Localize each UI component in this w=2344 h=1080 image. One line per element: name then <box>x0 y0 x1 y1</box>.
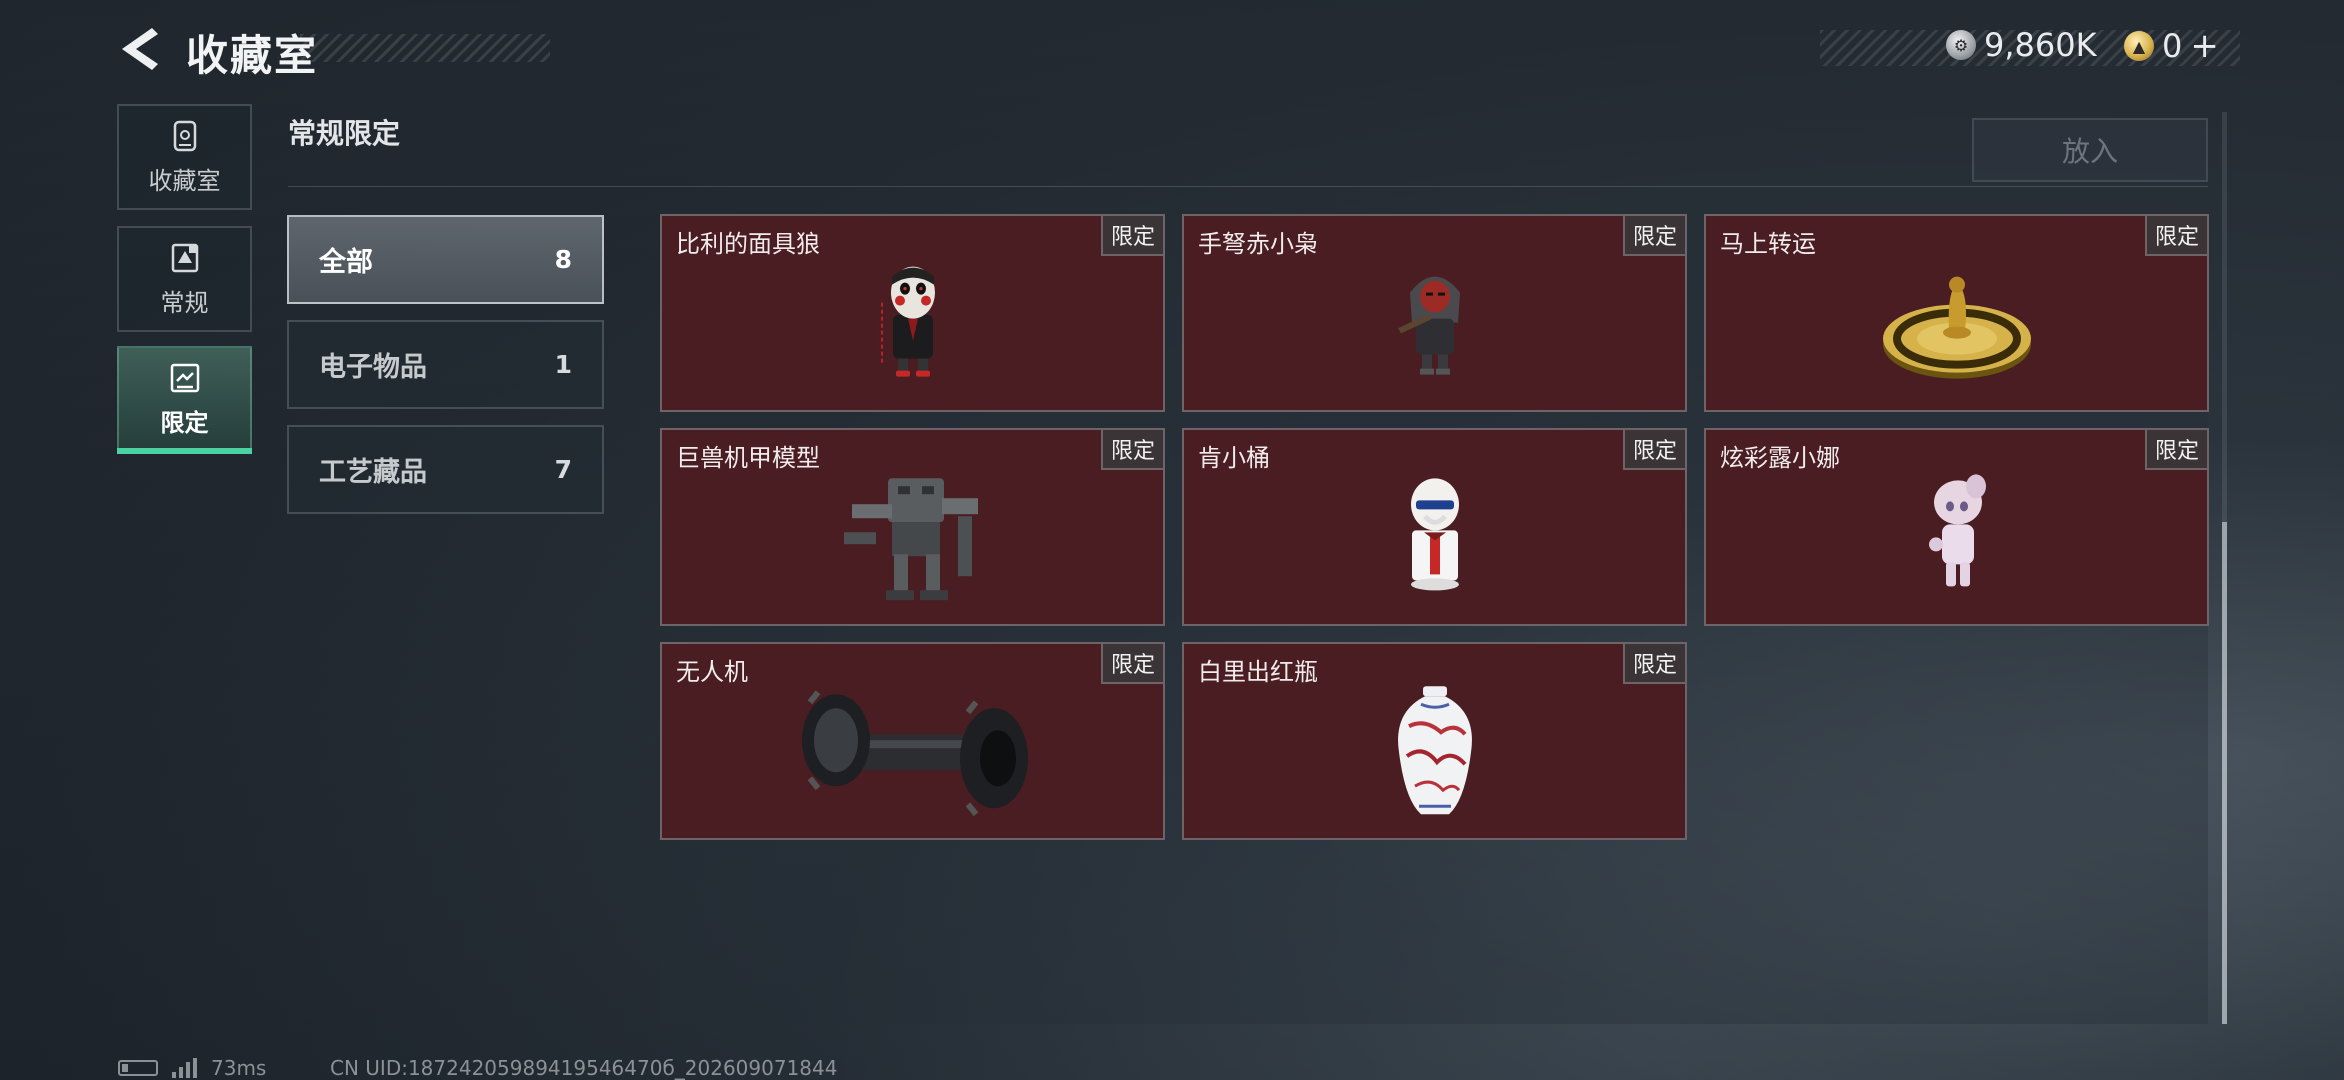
add-currency-button[interactable]: + <box>2190 26 2219 66</box>
battery-icon <box>118 1060 158 1076</box>
collection-card[interactable]: 炫彩露小娜 限定 <box>1704 428 2209 626</box>
filter-count: 7 <box>554 455 572 484</box>
silver-currency-value: 9,860K <box>1984 26 2097 64</box>
uid-text: CN UID:18724205989419546470б_20260907184… <box>330 1056 838 1080</box>
page-title: 收藏室 <box>186 31 319 80</box>
pastel-doll-icon <box>1928 474 1986 587</box>
section-divider <box>288 186 2208 187</box>
card-name: 无人机 <box>676 658 748 686</box>
collection-card[interactable]: 巨兽机甲模型 限定 <box>660 428 1165 626</box>
filter-count: 1 <box>554 350 572 379</box>
collection-card[interactable]: 比利的面具狼 限定 <box>660 214 1165 412</box>
silver-currency: ⚙ 9,860K <box>1946 26 2097 64</box>
nav-item-regular[interactable]: 常规 <box>117 226 252 332</box>
collection-room-icon <box>173 120 196 151</box>
filter-label: 全部 <box>319 247 373 278</box>
limited-icon <box>170 363 199 392</box>
nav-label-limited: 限定 <box>160 408 209 437</box>
limited-badge: 限定 <box>1100 430 1163 470</box>
filter-crafts[interactable]: 工艺藏品 7 <box>287 425 604 514</box>
limited-badge: 限定 <box>2144 216 2207 256</box>
back-button[interactable] <box>118 26 166 72</box>
drone-icon <box>801 690 1028 817</box>
regular-icon <box>171 243 198 272</box>
gold-currency-value: 0 <box>2162 27 2183 65</box>
scrollbar-thumb[interactable] <box>2222 522 2227 1024</box>
card-name: 白里出红瓶 <box>1198 658 1318 686</box>
card-name: 巨兽机甲模型 <box>676 444 820 472</box>
back-arrow-icon <box>122 28 158 70</box>
nav-item-limited[interactable]: 限定 <box>117 346 252 452</box>
card-name: 比利的面具狼 <box>676 230 820 258</box>
filter-count: 8 <box>554 245 572 274</box>
nav-active-indicator <box>117 448 252 454</box>
filter-label: 工艺藏品 <box>319 457 427 488</box>
limited-badge: 限定 <box>2144 430 2207 470</box>
ping-value: 73ms <box>211 1056 267 1080</box>
collection-card[interactable]: 马上转运 限定 <box>1704 214 2209 412</box>
filter-label: 电子物品 <box>319 352 427 383</box>
scrollbar[interactable] <box>2222 112 2227 1024</box>
collection-card[interactable]: 无人机 限定 <box>660 642 1165 840</box>
status-footer: 73ms <box>118 1056 266 1080</box>
card-name: 肯小桶 <box>1198 444 1270 472</box>
section-title: 常规限定 <box>288 117 401 150</box>
collection-card[interactable]: 肯小桶 限定 <box>1182 428 1687 626</box>
signal-icon <box>172 1058 197 1078</box>
collection-card[interactable]: 白里出红瓶 限定 <box>1182 642 1687 840</box>
place-in-button[interactable]: 放入 <box>1972 118 2208 182</box>
card-name: 手弩赤小枭 <box>1198 230 1318 258</box>
limited-badge: 限定 <box>1622 430 1685 470</box>
gold-coin-icon: ▲ <box>2124 31 2154 61</box>
limited-badge: 限定 <box>1622 644 1685 684</box>
collection-card[interactable]: 手弩赤小枭 限定 <box>1182 214 1687 412</box>
limited-badge: 限定 <box>1100 216 1163 256</box>
title-decoration <box>300 34 550 62</box>
nav-label-regular: 常规 <box>160 288 209 317</box>
filter-electronics[interactable]: 电子物品 1 <box>287 320 604 409</box>
gold-currency: ▲ 0 + <box>2124 26 2219 66</box>
bucket-figure-icon <box>1410 478 1459 591</box>
mech-model-icon <box>843 478 978 601</box>
limited-badge: 限定 <box>1622 216 1685 256</box>
puppet-figure-icon <box>880 266 935 377</box>
gold-wheel-icon <box>1882 276 2031 379</box>
card-name: 马上转运 <box>1720 230 1816 258</box>
filter-all[interactable]: 全部 8 <box>287 215 604 304</box>
nav-item-collection-room[interactable]: 收藏室 <box>117 104 252 210</box>
limited-badge: 限定 <box>1100 644 1163 684</box>
hooded-figure-icon <box>1397 276 1460 375</box>
silver-coin-icon: ⚙ <box>1946 30 1976 60</box>
card-name: 炫彩露小娜 <box>1720 444 1840 472</box>
vase-icon <box>1397 686 1472 815</box>
nav-label-collection-room: 收藏室 <box>148 166 221 195</box>
